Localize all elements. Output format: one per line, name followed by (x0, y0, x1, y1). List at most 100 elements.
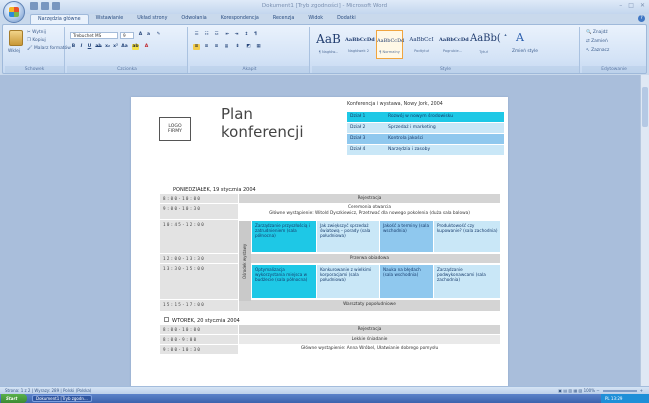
word-count[interactable]: Wyrazy: 289 (34, 388, 59, 393)
multilevel-list-icon[interactable]: ☲ (213, 32, 220, 38)
decrease-indent-icon[interactable]: ⇤ (224, 32, 231, 38)
style-heading1[interactable]: AaB ¶ Nagłów... (315, 30, 342, 59)
session-cell: Optymalizacja wykorzystania miejsca w bu… (252, 265, 316, 298)
clear-format-icon[interactable]: ✎ (155, 32, 162, 38)
font-size-combo[interactable]: 9 (120, 32, 134, 39)
schedule-row: 8:00-10:00 Rejestracja (160, 325, 500, 335)
editing-group: 🔍 Znajdź ⇄ Zamień ↖ Zaznacz Edytowanie (582, 27, 646, 73)
document-title: Plan konferencji (221, 105, 304, 141)
style-heading1-name: ¶ Nagłów... (318, 50, 339, 54)
align-right-icon[interactable]: ≡ (213, 44, 220, 50)
schedule-row: 12:00-13:30 Przerwa obiadowa (160, 254, 500, 264)
language-indicator[interactable]: Polski (Polska) (63, 388, 91, 393)
scrollbar-thumb[interactable] (642, 87, 648, 127)
event-cell: Warsztaty popołudniowe (239, 300, 500, 311)
change-styles-icon[interactable]: A (516, 31, 528, 45)
tab-references[interactable]: Odwołania (174, 14, 213, 24)
paste-button[interactable]: Wklej (8, 49, 20, 54)
underline-icon[interactable]: U (86, 44, 93, 50)
taskbar: Start Dokument1 [Tryb zgodn... PL 13:29 (0, 394, 649, 403)
tab-insert[interactable]: Wstawianie (89, 14, 131, 24)
align-center-icon[interactable]: ≡ (203, 44, 210, 50)
bullets-icon[interactable]: ☰ (193, 32, 200, 38)
tab-home[interactable]: Narzędzia główne (30, 14, 89, 24)
style-heading2[interactable]: AaBbCcDd Nagłówek 2 (345, 30, 375, 59)
view-layout-icon[interactable]: ▣ ▤ ▥ ▦ ▧ (558, 388, 582, 393)
style-strong[interactable]: AaBbCcDd Pogrubie... (439, 30, 469, 59)
replace-label: Zamień (591, 39, 608, 44)
increase-indent-icon[interactable]: ⇥ (233, 32, 240, 38)
format-painter-button[interactable]: 🖌 Malarz formatów (27, 46, 71, 51)
time-cell: 8:00-10:00 (160, 194, 238, 203)
taskbar-word-button[interactable]: Dokument1 [Tryb zgodn... (32, 395, 92, 402)
grow-font-icon[interactable]: A (137, 32, 144, 38)
maximize-button[interactable]: □ (628, 2, 634, 9)
style-subtitle-sample: AaBbCcI (409, 37, 434, 43)
font-color-icon[interactable]: A (143, 44, 150, 50)
start-button[interactable]: Start (1, 394, 27, 403)
change-styles-button[interactable]: Zmień style (512, 49, 538, 54)
style-normal[interactable]: AaBbCcDd ¶ Normalny (376, 30, 404, 59)
day-heading: WTOREK, 20 stycznia 2004 (172, 318, 240, 324)
ribbon-tabs: Narzędzia główne Wstawianie Układ strony… (30, 14, 363, 24)
ribbon: Wklej ✂ Wytnij ❐ Kopiuj 🖌 Malarz formató… (2, 24, 647, 74)
align-left-icon[interactable]: ≡ (193, 44, 200, 50)
italic-icon[interactable]: I (78, 44, 85, 50)
department-row: Dział 1 Rozwój w nowym środowisku (347, 112, 504, 122)
strikethrough-icon[interactable]: ab (95, 44, 102, 50)
minimize-button[interactable]: – (619, 2, 622, 9)
tab-addins[interactable]: Dodatki (330, 14, 363, 24)
superscript-icon[interactable]: x² (112, 44, 119, 50)
numbering-icon[interactable]: ☷ (203, 32, 210, 38)
tab-review[interactable]: Recenzja (266, 14, 302, 24)
sort-icon[interactable]: ↕ (243, 32, 250, 38)
schedule-row: 13:30-15:00 Optymalizacja wykorzystania … (160, 264, 500, 300)
schedule-row: 8:00-10:00 Rejestracja (160, 194, 500, 204)
pilcrow-icon[interactable]: ¶ (252, 32, 259, 38)
close-button[interactable]: ✕ (640, 2, 645, 9)
vertical-scrollbar[interactable] (640, 75, 649, 388)
borders-icon[interactable]: ▦ (255, 44, 262, 50)
line-spacing-icon[interactable]: ↨ (234, 44, 241, 50)
copy-button[interactable]: ❐ Kopiuj (27, 38, 46, 43)
style-normal-name: ¶ Normalny (379, 50, 400, 54)
shrink-font-icon[interactable]: a (145, 32, 152, 38)
tab-page-layout[interactable]: Układ strony (130, 14, 174, 24)
help-icon[interactable]: ? (638, 15, 645, 22)
paste-icon[interactable] (9, 30, 23, 46)
office-button[interactable] (3, 1, 25, 23)
time-cell: 8:00-10:00 (160, 325, 238, 334)
zoom-level[interactable]: 100% (584, 388, 595, 393)
style-subtitle[interactable]: AaBbCcI Podtytuł (408, 30, 435, 59)
style-title[interactable]: AaBb( Tytuł (470, 30, 501, 59)
status-bar: Strona: 1 z 2 | Wyrazy: 289 | Polski (Po… (0, 386, 649, 394)
bold-icon[interactable]: B (70, 44, 77, 50)
collapse-icon[interactable] (164, 317, 169, 322)
status-right: ▣ ▤ ▥ ▦ ▧ 100% − + (558, 387, 643, 394)
select-button[interactable]: ↖ Zaznacz (586, 48, 609, 53)
page-count[interactable]: Strona: 1 z 2 (5, 388, 30, 393)
cut-button[interactable]: ✂ Wytnij (27, 30, 46, 35)
font-name-combo[interactable]: Trebuchet MS (70, 32, 118, 39)
justify-icon[interactable]: ≣ (223, 44, 230, 50)
document-page[interactable]: LOGO FIRMY Plan konferencji Konferencja … (131, 97, 508, 388)
tab-mailings[interactable]: Korespondencja (214, 14, 266, 24)
session-cell: Konkurowanie z wielkimi korporacjami (sa… (317, 265, 379, 298)
zoom-out-icon[interactable]: − (596, 388, 599, 393)
schedule-row: 15:15-17:00 Warsztaty popołudniowe (160, 300, 500, 312)
highlight-icon[interactable]: ab (132, 44, 139, 50)
style-strong-name: Pogrubie... (442, 49, 463, 53)
zoom-in-icon[interactable]: + (640, 388, 643, 393)
zoom-slider[interactable] (602, 390, 637, 392)
event-cell: Ceremonia otwarcia Główne wystąpienie: W… (239, 204, 500, 219)
format-painter-label: Malarz formatów (33, 46, 71, 51)
replace-button[interactable]: ⇄ Zamień (586, 39, 608, 44)
change-case-icon[interactable]: Aa (121, 44, 128, 50)
find-button[interactable]: 🔍 Znajdź (586, 30, 608, 35)
time-cell: 10:45-12:00 (160, 220, 238, 253)
shading-icon[interactable]: ◩ (245, 44, 252, 50)
styles-scroll-icon[interactable]: ▴ (502, 33, 509, 39)
tab-view[interactable]: Widok (301, 14, 330, 24)
office-logo-icon (9, 7, 19, 17)
subscript-icon[interactable]: x₂ (104, 44, 111, 50)
